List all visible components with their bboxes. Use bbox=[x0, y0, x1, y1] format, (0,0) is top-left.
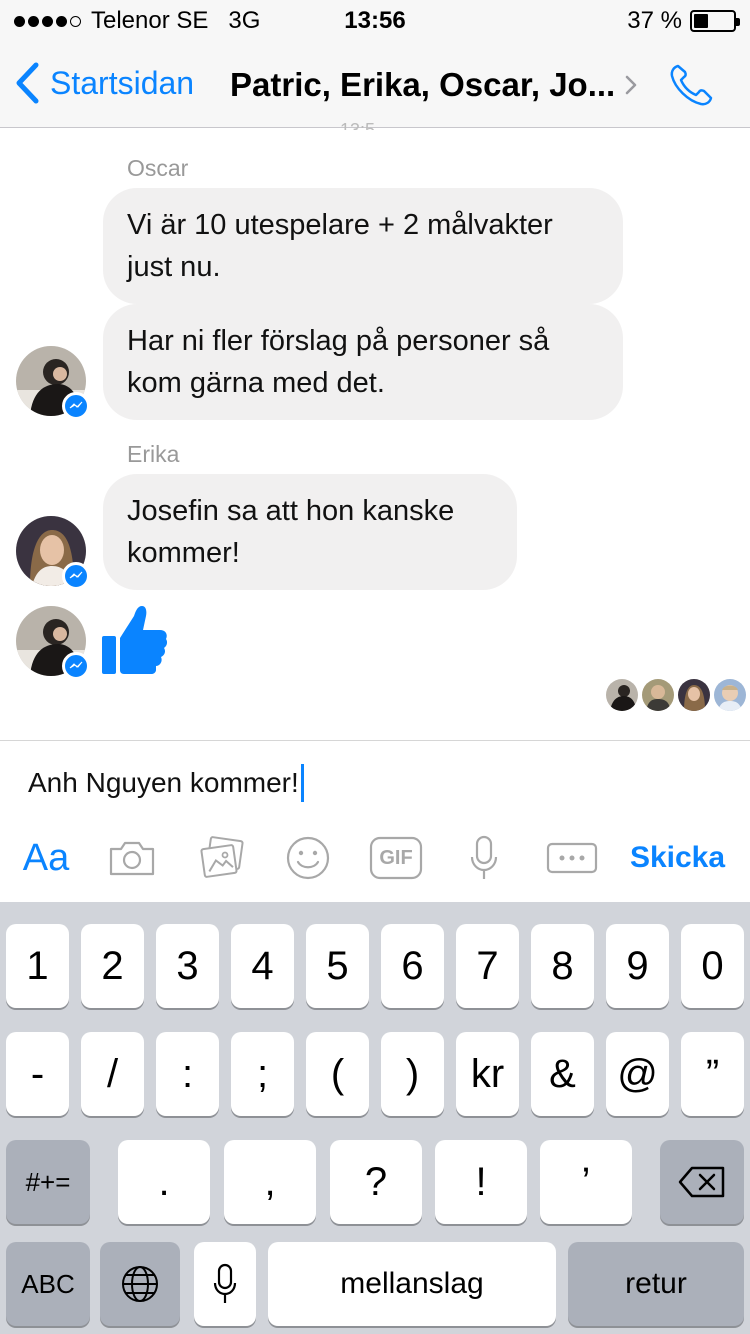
message-bubble[interactable]: Har ni fler förslag på personer så kom g… bbox=[103, 304, 623, 420]
chevron-left-icon bbox=[16, 62, 39, 104]
key-3[interactable]: 3 bbox=[156, 924, 219, 1008]
text-caret bbox=[300, 764, 304, 802]
return-key[interactable]: retur bbox=[568, 1242, 744, 1326]
more-options-button[interactable] bbox=[544, 828, 600, 888]
key-0[interactable]: 0 bbox=[681, 924, 744, 1008]
avatar[interactable] bbox=[16, 606, 90, 680]
avatar[interactable] bbox=[16, 346, 90, 420]
key-7[interactable]: 7 bbox=[456, 924, 519, 1008]
camera-button[interactable] bbox=[104, 828, 160, 888]
read-receipts bbox=[606, 679, 746, 711]
key-quote[interactable]: ” bbox=[681, 1032, 744, 1116]
timestamp-fragment: 13:5 bbox=[340, 120, 376, 130]
back-button[interactable]: Startsidan bbox=[14, 62, 194, 104]
messenger-badge-icon bbox=[62, 562, 90, 590]
key-open-paren[interactable]: ( bbox=[306, 1032, 369, 1116]
chevron-right-icon[interactable] bbox=[624, 74, 638, 96]
thumbs-up-icon[interactable] bbox=[100, 602, 170, 681]
messenger-badge-icon bbox=[62, 652, 90, 680]
key-exclamation[interactable]: ! bbox=[435, 1140, 527, 1224]
key-apostrophe[interactable]: ’ bbox=[540, 1140, 632, 1224]
network-type: 3G bbox=[228, 7, 261, 34]
key-9[interactable]: 9 bbox=[606, 924, 669, 1008]
keyboard: 1 2 3 4 5 6 7 8 9 0 - / : ; ( ) kr & @ ”… bbox=[0, 902, 750, 1334]
key-2[interactable]: 2 bbox=[81, 924, 144, 1008]
call-button[interactable] bbox=[668, 62, 716, 113]
microphone-button[interactable] bbox=[460, 828, 508, 888]
key-1[interactable]: 1 bbox=[6, 924, 69, 1008]
status-bar: Telenor SE 3G 13:56 37 % bbox=[0, 0, 750, 40]
send-button[interactable]: Skicka bbox=[620, 828, 735, 888]
messenger-badge-icon bbox=[62, 392, 90, 420]
message-bubble[interactable]: Vi är 10 utespelare + 2 målvakter just n… bbox=[103, 188, 623, 304]
key-comma[interactable]: , bbox=[224, 1140, 316, 1224]
battery-percent: 37 % bbox=[627, 7, 682, 34]
key-question[interactable]: ? bbox=[330, 1140, 422, 1224]
dictation-key[interactable] bbox=[194, 1242, 256, 1326]
key-close-paren[interactable]: ) bbox=[381, 1032, 444, 1116]
sender-name: Oscar bbox=[127, 155, 189, 181]
gif-button[interactable]: GIF bbox=[368, 828, 424, 888]
key-colon[interactable]: : bbox=[156, 1032, 219, 1116]
gif-label: GIF bbox=[379, 846, 413, 869]
globe-icon bbox=[122, 1266, 158, 1302]
symbols-mode-key[interactable]: #+= bbox=[6, 1140, 90, 1224]
key-currency[interactable]: kr bbox=[456, 1032, 519, 1116]
sender-name: Erika bbox=[127, 441, 180, 467]
nav-bar: Startsidan Patric, Erika, Oscar, Jo... bbox=[0, 40, 750, 128]
read-receipt-avatar bbox=[678, 679, 710, 711]
abc-key[interactable]: ABC bbox=[6, 1242, 90, 1326]
photo-gallery-icon bbox=[200, 836, 244, 878]
key-period[interactable]: . bbox=[118, 1140, 210, 1224]
key-semicolon[interactable]: ; bbox=[231, 1032, 294, 1116]
gallery-button[interactable] bbox=[194, 828, 250, 888]
status-left: Telenor SE 3G bbox=[14, 7, 260, 35]
key-6[interactable]: 6 bbox=[381, 924, 444, 1008]
backspace-icon bbox=[678, 1166, 725, 1198]
read-receipt-avatar bbox=[642, 679, 674, 711]
read-receipt-avatar bbox=[606, 679, 638, 711]
message-input[interactable]: Anh Nguyen kommer! bbox=[28, 764, 304, 802]
status-right: 37 % bbox=[627, 7, 740, 35]
key-5[interactable]: 5 bbox=[306, 924, 369, 1008]
emoji-button[interactable] bbox=[282, 828, 334, 888]
key-at[interactable]: @ bbox=[606, 1032, 669, 1116]
text-format-button[interactable]: Aa bbox=[16, 828, 76, 888]
composer-toolbar: Aa GIF Skicka bbox=[0, 828, 750, 888]
phone-icon bbox=[670, 64, 713, 106]
key-slash[interactable]: / bbox=[81, 1032, 144, 1116]
smiley-icon bbox=[286, 836, 330, 880]
key-4[interactable]: 4 bbox=[231, 924, 294, 1008]
message-input-text: Anh Nguyen kommer! bbox=[28, 767, 299, 798]
composer-divider bbox=[0, 740, 750, 741]
battery-fill bbox=[694, 14, 709, 28]
conversation-title[interactable]: Patric, Erika, Oscar, Jo... bbox=[230, 66, 615, 104]
read-receipt-avatar bbox=[714, 679, 746, 711]
signal-strength-icon bbox=[14, 15, 81, 27]
microphone-icon bbox=[213, 1263, 237, 1303]
avatar[interactable] bbox=[16, 516, 90, 590]
backspace-key[interactable] bbox=[660, 1140, 744, 1224]
key-ampersand[interactable]: & bbox=[531, 1032, 594, 1116]
more-dots-icon bbox=[546, 842, 598, 874]
key-8[interactable]: 8 bbox=[531, 924, 594, 1008]
space-key[interactable]: mellanslag bbox=[268, 1242, 556, 1326]
message-bubble[interactable]: Josefin sa att hon kanske kommer! bbox=[103, 474, 517, 590]
carrier-name: Telenor SE bbox=[91, 7, 209, 34]
globe-key[interactable] bbox=[100, 1242, 180, 1326]
camera-icon bbox=[109, 841, 155, 876]
battery-icon bbox=[690, 10, 740, 32]
back-label: Startsidan bbox=[50, 64, 195, 101]
key-hyphen[interactable]: - bbox=[6, 1032, 69, 1116]
microphone-icon bbox=[470, 835, 498, 879]
